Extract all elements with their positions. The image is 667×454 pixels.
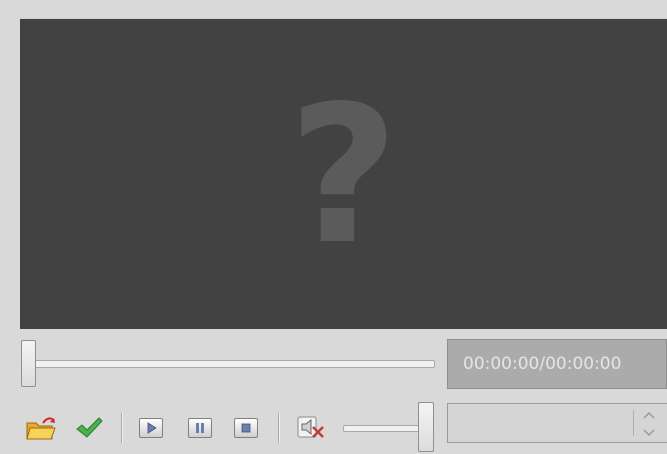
volume-handle[interactable]: [418, 402, 434, 452]
spinbox[interactable]: [447, 403, 667, 443]
video-display: ?: [20, 18, 667, 329]
spinbox-divider: [633, 410, 634, 436]
toolbar-separator: [278, 413, 280, 443]
seek-track[interactable]: [22, 360, 435, 368]
toolbar-separator: [121, 413, 123, 443]
volume-track[interactable]: [343, 425, 426, 432]
open-file-button[interactable]: [24, 410, 58, 446]
spin-down-button[interactable]: [640, 426, 658, 440]
stop-icon: [234, 418, 258, 438]
time-display: 00:00:00/00:00:00: [447, 339, 667, 389]
no-video-placeholder: ?: [288, 65, 399, 286]
pause-icon: [188, 418, 212, 438]
spinbox-input[interactable]: [448, 404, 642, 442]
seek-slider[interactable]: [20, 340, 435, 388]
stop-button[interactable]: [231, 410, 261, 446]
mute-button[interactable]: [292, 410, 332, 446]
chevron-down-icon: [643, 429, 655, 437]
apply-button[interactable]: [72, 410, 106, 446]
open-folder-icon: [26, 417, 56, 440]
volume-slider[interactable]: [343, 402, 438, 454]
speaker-muted-icon: [297, 416, 324, 438]
checkmark-icon: [76, 417, 103, 438]
play-icon: [139, 418, 163, 438]
play-button[interactable]: [136, 410, 166, 446]
chevron-up-icon: [643, 411, 655, 419]
spin-up-button[interactable]: [640, 408, 658, 422]
pause-button[interactable]: [185, 410, 215, 446]
seek-handle[interactable]: [21, 340, 36, 387]
